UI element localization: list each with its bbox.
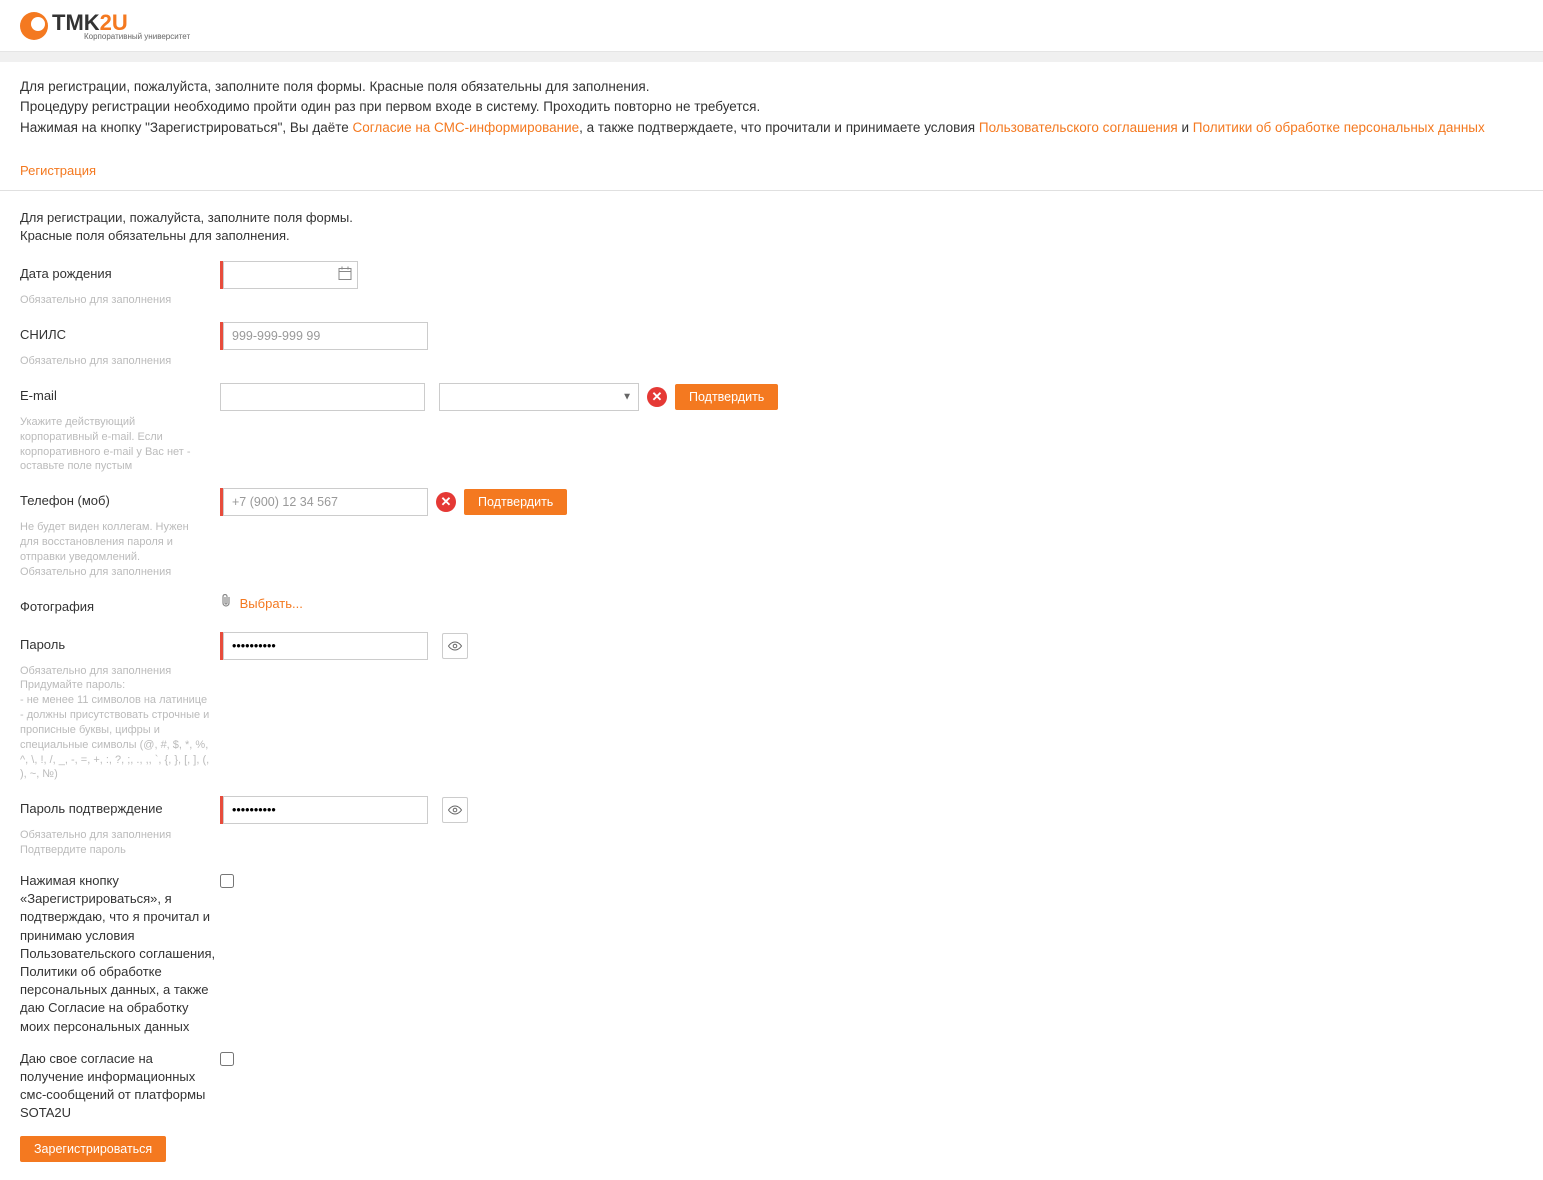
- agree-terms-label: Нажимая кнопку «Зарегистрироваться», я п…: [20, 872, 220, 1036]
- logo-icon: [20, 12, 48, 40]
- phone-input[interactable]: [223, 488, 428, 516]
- error-icon: ✕: [647, 387, 667, 407]
- intro-line3: Нажимая на кнопку "Зарегистрироваться", …: [20, 118, 1523, 138]
- register-button[interactable]: Зарегистрироваться: [20, 1136, 166, 1162]
- password-confirm-label: Пароль подтверждение: [20, 796, 220, 816]
- eye-icon: [447, 805, 463, 815]
- intro-line1: Для регистрации, пожалуйста, заполните п…: [20, 77, 1523, 97]
- agree-terms-row: Нажимая кнопку «Зарегистрироваться», я п…: [20, 872, 1523, 1036]
- password-row: Пароль: [20, 632, 1523, 660]
- snils-label: СНИЛС: [20, 322, 220, 342]
- toggle-password-visibility-button[interactable]: [442, 633, 468, 659]
- intro-line2: Процедуру регистрации необходимо пройти …: [20, 97, 1523, 117]
- separator-bar: [0, 52, 1543, 62]
- phone-label: Телефон (моб): [20, 488, 220, 508]
- agree-terms-checkbox[interactable]: [220, 874, 234, 888]
- toggle-password-confirm-visibility-button[interactable]: [442, 797, 468, 823]
- paperclip-icon: [220, 596, 236, 611]
- chevron-down-icon: ▼: [622, 391, 632, 402]
- confirm-phone-button[interactable]: Подтвердить: [464, 489, 567, 515]
- logo[interactable]: TMK2U Корпоративный университет: [20, 10, 1523, 41]
- error-icon: ✕: [436, 492, 456, 512]
- email-row: E-mail ▼ ✕ Подтвердить: [20, 383, 1523, 411]
- link-privacy-policy[interactable]: Политики об обработке персональных данны…: [1193, 120, 1485, 135]
- email-input[interactable]: [220, 383, 425, 411]
- email-help: Укажите действующий корпоративный e-mail…: [20, 415, 210, 474]
- birthdate-row: Дата рождения: [20, 261, 1523, 289]
- photo-label: Фотография: [20, 594, 220, 614]
- password-confirm-help: Обязательно для заполнения Подтвердите п…: [20, 828, 210, 858]
- logo-subtitle: Корпоративный университет: [84, 32, 190, 41]
- password-confirm-input[interactable]: [223, 796, 428, 824]
- intro-text: Для регистрации, пожалуйста, заполните п…: [0, 62, 1543, 153]
- agree-sms-row: Даю свое согласие на получение информаци…: [20, 1050, 1523, 1123]
- password-help: Обязательно для заполнения Придумайте па…: [20, 664, 210, 783]
- password-label: Пароль: [20, 632, 220, 652]
- snils-input[interactable]: [223, 322, 428, 350]
- link-sms-consent[interactable]: Согласие на СМС-информирование: [353, 120, 580, 135]
- eye-icon: [447, 641, 463, 651]
- agree-sms-label: Даю свое согласие на получение информаци…: [20, 1050, 220, 1123]
- page-title: Регистрация: [0, 153, 1543, 191]
- form-content: Для регистрации, пожалуйста, заполните п…: [0, 191, 1543, 1180]
- confirm-email-button[interactable]: Подтвердить: [675, 384, 778, 410]
- password-input[interactable]: [223, 632, 428, 660]
- email-label: E-mail: [20, 383, 220, 403]
- photo-row: Фотография Выбрать...: [20, 594, 1523, 614]
- birthdate-label: Дата рождения: [20, 261, 220, 281]
- birthdate-input[interactable]: [223, 261, 358, 289]
- phone-help: Не будет виден коллегам. Нужен для восст…: [20, 520, 210, 579]
- snils-row: СНИЛС: [20, 322, 1523, 350]
- password-confirm-row: Пароль подтверждение: [20, 796, 1523, 824]
- agree-sms-checkbox[interactable]: [220, 1052, 234, 1066]
- phone-row: Телефон (моб) ✕ Подтвердить: [20, 488, 1523, 516]
- birthdate-help: Обязательно для заполнения: [20, 293, 210, 308]
- email-domain-select[interactable]: ▼: [439, 383, 639, 411]
- form-intro: Для регистрации, пожалуйста, заполните п…: [20, 209, 1523, 245]
- link-user-agreement[interactable]: Пользовательского соглашения: [979, 120, 1178, 135]
- choose-photo-link[interactable]: Выбрать...: [240, 596, 303, 611]
- snils-help: Обязательно для заполнения: [20, 354, 210, 369]
- header: TMK2U Корпоративный университет: [0, 0, 1543, 52]
